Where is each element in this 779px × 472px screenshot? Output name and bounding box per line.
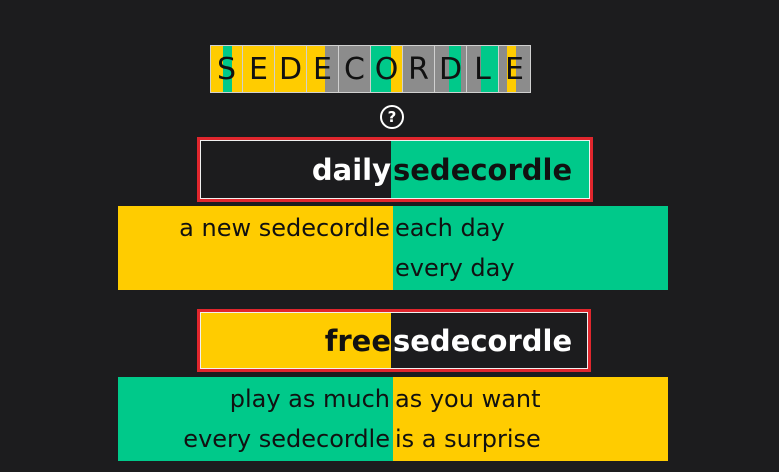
logo-tile: S	[210, 45, 243, 93]
logo-letter: E	[505, 52, 524, 87]
free-sedecordle-button[interactable]: free sedecordle	[197, 309, 591, 372]
logo-letter: O	[374, 52, 399, 87]
logo-letter: L	[474, 52, 491, 87]
page: S E D E C O R D L E ? daily sedecordle a…	[0, 0, 779, 472]
logo-tile: E	[306, 45, 339, 93]
free-description: play as much every sedecordle as you wan…	[118, 377, 668, 461]
daily-description-left: a new sedecordle	[118, 206, 393, 290]
daily-button-inner: daily sedecordle	[200, 140, 590, 199]
logo-tile: D	[274, 45, 307, 93]
daily-description: a new sedecordle each day every day	[118, 206, 668, 290]
free-button-inner: free sedecordle	[200, 312, 588, 369]
description-line: every day	[395, 254, 515, 282]
free-button-label-right: sedecordle	[391, 313, 587, 368]
description-line: every sedecordle	[183, 425, 390, 453]
free-description-right: as you want is a surprise	[393, 377, 668, 461]
logo-letter: D	[278, 52, 303, 87]
daily-description-right: each day every day	[393, 206, 668, 290]
description-line: is a surprise	[395, 425, 541, 453]
description-line: play as much	[229, 385, 390, 413]
logo-tile: L	[466, 45, 499, 93]
description-line: as you want	[395, 385, 541, 413]
description-line: a new sedecordle	[179, 214, 390, 242]
logo-letter: S	[216, 52, 237, 87]
logo-tile: R	[402, 45, 435, 93]
logo-letter: C	[344, 52, 365, 87]
logo-letter: E	[249, 52, 268, 87]
logo-tile: C	[338, 45, 371, 93]
description-line: each day	[395, 214, 505, 242]
logo-tile: E	[242, 45, 275, 93]
help-symbol: ?	[387, 108, 397, 126]
daily-button-label-left: daily	[201, 141, 391, 198]
logo-tile: D	[434, 45, 467, 93]
free-button-label-left: free	[201, 313, 391, 368]
logo-letter: R	[408, 52, 429, 87]
logo-tile: O	[370, 45, 403, 93]
free-description-left: play as much every sedecordle	[118, 377, 393, 461]
daily-button-label-right: sedecordle	[391, 141, 589, 198]
description-line	[118, 248, 390, 288]
logo-letter: D	[438, 52, 463, 87]
logo: S E D E C O R D L E	[210, 45, 531, 95]
question-circle-icon[interactable]: ?	[380, 105, 404, 129]
logo-letter: E	[313, 52, 332, 87]
daily-sedecordle-button[interactable]: daily sedecordle	[197, 137, 593, 202]
logo-tile: E	[498, 45, 531, 93]
